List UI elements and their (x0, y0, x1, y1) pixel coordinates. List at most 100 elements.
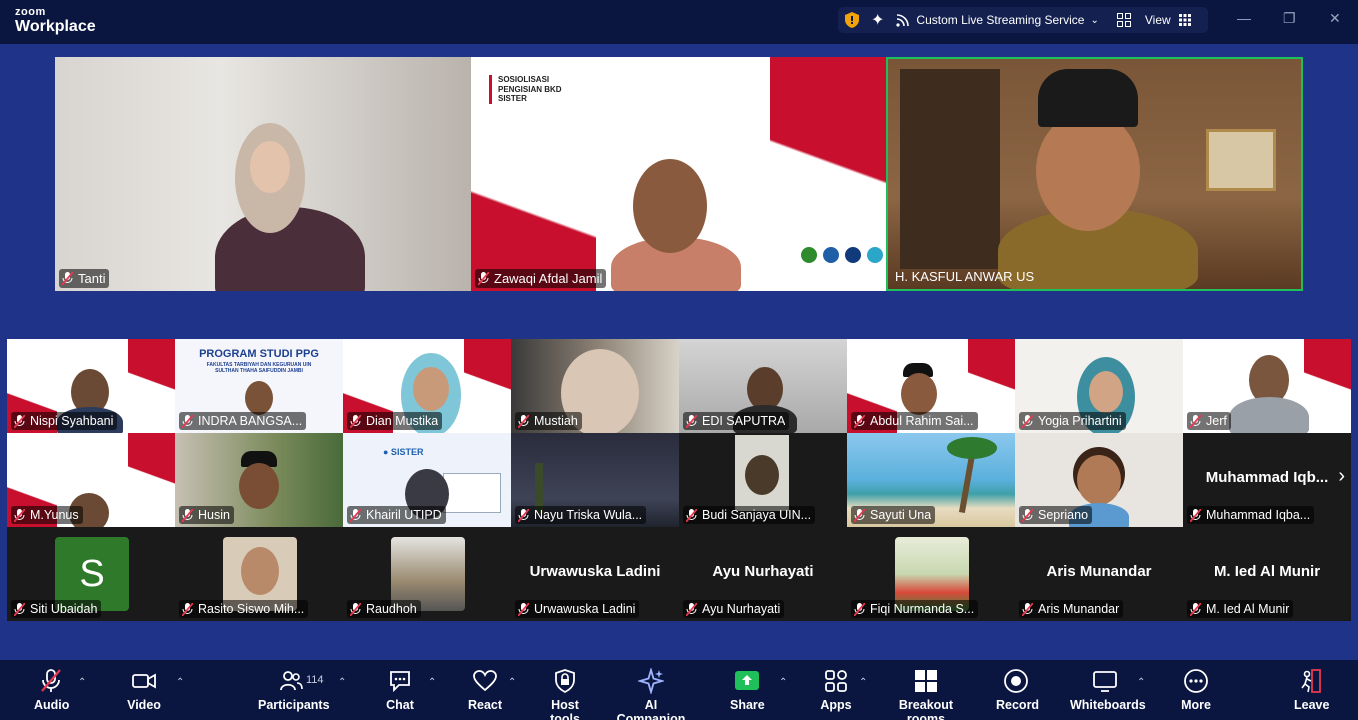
video-options-caret-icon[interactable]: ⌃ (176, 677, 184, 688)
brand-bottom: Workplace (15, 18, 96, 35)
meeting-stage: Tanti SOSIOLISASI PENGISIAN BKD SISTER Z… (0, 44, 1358, 660)
share-options-caret-icon[interactable]: ⌃ (779, 677, 787, 688)
participant-nametag: Yogia Prihartini (1019, 412, 1126, 430)
participant-nametag: Siti Ubaidah (11, 600, 102, 618)
mic-muted-icon (518, 508, 529, 522)
participant-nametag: Muhammad Iqba... (1187, 506, 1315, 524)
apps-options-caret-icon[interactable]: ⌃ (859, 677, 867, 688)
slide-red-shape (127, 433, 175, 527)
streaming-service-label[interactable]: Custom Live Streaming Service (916, 13, 1084, 27)
mic-muted-icon (686, 414, 697, 428)
title-bar: zoom Workplace ✦ Custom Live Streaming S… (0, 0, 1358, 44)
video-tile-featured-1[interactable]: Tanti (55, 57, 471, 291)
more-icon (1184, 669, 1208, 693)
zoom-workplace-logo: zoom Workplace (15, 7, 96, 35)
gallery-tile[interactable]: Abdul Rahim Sai... (847, 339, 1015, 433)
gallery-tile[interactable]: Sayuti Una (847, 433, 1015, 527)
audio-button[interactable]: Audio (34, 668, 69, 712)
mic-muted-icon (14, 602, 25, 616)
view-grid-icon[interactable] (1178, 14, 1191, 26)
gallery-tile[interactable]: EDI SAPUTRA (679, 339, 847, 433)
breakout-rooms-button[interactable]: Breakout rooms (883, 668, 969, 720)
gallery-grid-icon[interactable] (1116, 13, 1131, 27)
gallery-tile[interactable]: Husin (175, 433, 343, 527)
mic-muted-icon (182, 602, 193, 616)
chevron-right-icon[interactable]: › (1338, 465, 1345, 488)
participant-display-name: Muhammad Iqb... (1205, 468, 1329, 486)
gallery-tile[interactable]: Muhammad Iqb... › Muhammad Iqba... (1183, 433, 1351, 527)
whiteboards-button[interactable]: Whiteboards (1070, 668, 1146, 712)
react-options-caret-icon[interactable]: ⌃ (508, 677, 516, 688)
participant-face (245, 381, 273, 415)
gallery-tile[interactable]: Budi Sanjaya UIN... (679, 433, 847, 527)
host-tools-button[interactable]: Host tools (537, 668, 593, 720)
gallery-tile[interactable]: ● SISTER Khairil UTIPD (343, 433, 511, 527)
mic-muted-icon (854, 414, 865, 428)
participants-icon (280, 671, 303, 691)
chevron-down-icon[interactable]: ⌄ (1090, 15, 1098, 26)
chat-options-caret-icon[interactable]: ⌃ (428, 677, 436, 688)
gallery-tile[interactable]: Sepriano (1015, 433, 1183, 527)
audio-options-caret-icon[interactable]: ⌃ (78, 677, 86, 688)
participant-nametag: Jerf (1187, 412, 1231, 430)
mic-muted-icon (686, 508, 697, 522)
bookshelf (900, 69, 1000, 269)
mic-muted-icon (518, 602, 529, 616)
participant-nametag: Mustiah (515, 412, 582, 430)
leave-button[interactable]: Leave (1294, 668, 1329, 712)
mic-muted-icon (62, 272, 73, 285)
maximize-icon[interactable]: ❐ (1283, 10, 1296, 27)
participant-nametag: Rasito Siswo Mih... (179, 600, 309, 618)
gallery-tile[interactable]: PROGRAM STUDI PPG FAKULTAS TARBIYAH DAN … (175, 339, 343, 433)
more-button[interactable]: More (1180, 668, 1212, 712)
minimize-icon[interactable]: — (1237, 10, 1251, 26)
wall-frame (1206, 129, 1276, 191)
whiteboards-options-caret-icon[interactable]: ⌃ (1137, 677, 1145, 688)
heart-icon (473, 670, 497, 692)
shield-icon[interactable] (845, 12, 859, 28)
video-tile-featured-2[interactable]: SOSIOLISASI PENGISIAN BKD SISTER Zawaqi … (471, 57, 886, 291)
mic-muted-icon (854, 602, 865, 616)
gallery-tile[interactable]: Ayu Nurhayati Ayu Nurhayati (679, 527, 847, 621)
gallery-tile[interactable]: Rasito Siswo Mih... (175, 527, 343, 621)
gallery-tile[interactable]: Fiqi Nurmanda S... (847, 527, 1015, 621)
mic-muted-icon (41, 669, 61, 692)
view-button[interactable]: View (1145, 13, 1171, 27)
chat-icon (390, 671, 410, 693)
participant-face (745, 455, 779, 495)
gallery-tile[interactable]: S Siti Ubaidah (7, 527, 175, 621)
gallery-tile[interactable]: Nayu Triska Wula... (511, 433, 679, 527)
gallery-tile[interactable]: Raudhoh (343, 527, 511, 621)
screen-window (443, 473, 501, 513)
gallery-tile[interactable]: Dian Mustika (343, 339, 511, 433)
participant-nametag: Budi Sanjaya UIN... (683, 506, 816, 524)
logo-icon (823, 247, 839, 263)
video-button[interactable]: Video (126, 668, 162, 712)
video-tile-featured-3-active-speaker[interactable]: H. KASFUL ANWAR US (886, 57, 1303, 291)
gallery-tile[interactable]: Jerf (1183, 339, 1351, 433)
ai-sparkle-icon[interactable]: ✦ (871, 10, 884, 30)
gallery-tile[interactable]: Urwawuska Ladini Urwawuska Ladini (511, 527, 679, 621)
close-icon[interactable]: ✕ (1329, 10, 1341, 27)
gallery-tile[interactable]: M. Ied Al Munir M. Ied Al Munir (1183, 527, 1351, 621)
apps-button[interactable]: Apps (820, 668, 852, 712)
participants-options-caret-icon[interactable]: ⌃ (338, 677, 346, 688)
participant-nametag: Tanti (59, 269, 110, 288)
chat-button[interactable]: Chat (384, 668, 416, 712)
share-button[interactable]: Share (730, 668, 765, 712)
gallery-tile[interactable]: Nispi Syahbani (7, 339, 175, 433)
mic-muted-icon (478, 272, 489, 285)
record-button[interactable]: Record (996, 668, 1039, 712)
participant-face (1036, 111, 1140, 231)
slide-title: SOSIOLISASI PENGISIAN BKD SISTER (489, 75, 562, 104)
gallery-tile[interactable]: Aris Munandar Aris Munandar (1015, 527, 1183, 621)
mic-muted-icon (518, 414, 529, 428)
gallery-tile[interactable]: Yogia Prihartini (1015, 339, 1183, 433)
participant-nametag: Khairil UTIPD (347, 506, 446, 524)
participant-display-name: Aris Munandar (1046, 562, 1152, 580)
gallery-tile[interactable]: Mustiah (511, 339, 679, 433)
react-button[interactable]: React (467, 668, 503, 712)
ai-companion-button[interactable]: AI Companion (612, 668, 690, 720)
gallery-tile[interactable]: M.Yunus (7, 433, 175, 527)
participant-nametag: Urwawuska Ladini (515, 600, 640, 618)
